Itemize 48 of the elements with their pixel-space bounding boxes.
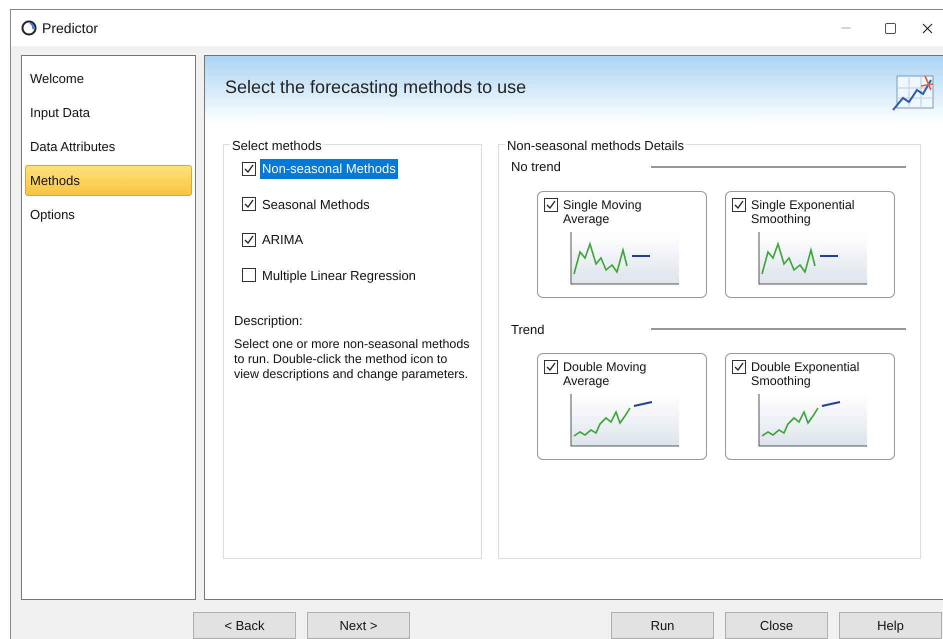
section-label: No trend xyxy=(511,158,562,176)
method-card[interactable]: Single Exponential Smoothing xyxy=(725,190,895,298)
method-card[interactable]: Double Moving Average xyxy=(537,353,707,460)
page-title: Select the forecasting methods to use xyxy=(225,76,526,99)
checkbox[interactable] xyxy=(242,197,256,212)
checkmark-icon xyxy=(244,164,254,174)
sidebar-item[interactable]: Options xyxy=(25,199,192,230)
method-label: Double Exponential Smoothing xyxy=(751,360,860,388)
nav-button[interactable]: < Back xyxy=(193,612,296,639)
sidebar-item[interactable]: Welcome xyxy=(25,63,192,94)
description-text: Select one or more non-seasonal methods to run. Double-click the method icon to view descriptions and change parameters. xyxy=(234,336,471,382)
checkbox[interactable] xyxy=(544,198,558,212)
nav-button[interactable]: Next > xyxy=(307,612,410,639)
app-logo-icon xyxy=(21,20,37,36)
method-label: Single Exponential Smoothing xyxy=(751,198,856,226)
checkbox-label[interactable]: Non-seasonal Methods xyxy=(260,159,398,178)
sidebar-item[interactable]: Input Data xyxy=(25,97,192,128)
checkbox-label[interactable]: Multiple Linear Regression xyxy=(260,266,418,285)
line-chart-icon xyxy=(570,392,682,448)
line-chart-icon xyxy=(758,230,870,286)
method-card[interactable]: Double Exponential Smoothing xyxy=(725,353,895,460)
description-label: Description: xyxy=(234,312,304,330)
dialog-button[interactable]: Close xyxy=(725,612,828,639)
checkbox[interactable] xyxy=(242,268,256,282)
checkmark-icon xyxy=(244,234,254,245)
line-chart-icon xyxy=(758,392,870,448)
checkbox[interactable] xyxy=(242,232,256,247)
method-card[interactable]: Single Moving Average xyxy=(537,190,707,298)
checkbox[interactable] xyxy=(732,198,746,212)
method-label: Single Moving Average xyxy=(563,198,643,226)
checkmark-icon xyxy=(546,200,556,210)
window-title: Predictor xyxy=(42,18,98,38)
section-label: Trend xyxy=(511,320,546,338)
checkmark-icon xyxy=(546,362,556,372)
checkmark-icon xyxy=(244,199,254,210)
checkbox[interactable] xyxy=(242,162,256,176)
checkbox-label[interactable]: ARIMA xyxy=(260,230,306,250)
checkbox-label[interactable]: Seasonal Methods xyxy=(260,194,372,214)
method-label: Double Moving Average xyxy=(563,360,648,388)
checkbox[interactable] xyxy=(544,360,558,374)
checkmark-icon xyxy=(734,200,744,210)
sidebar-item[interactable]: Methods xyxy=(25,165,192,196)
dialog-button[interactable]: Run xyxy=(611,612,714,639)
checkmark-icon xyxy=(734,362,744,372)
checkbox[interactable] xyxy=(732,360,746,374)
line-chart-icon xyxy=(570,230,682,286)
dialog-button[interactable]: Help xyxy=(839,612,942,639)
sidebar-item[interactable]: Data Attributes xyxy=(25,131,192,162)
